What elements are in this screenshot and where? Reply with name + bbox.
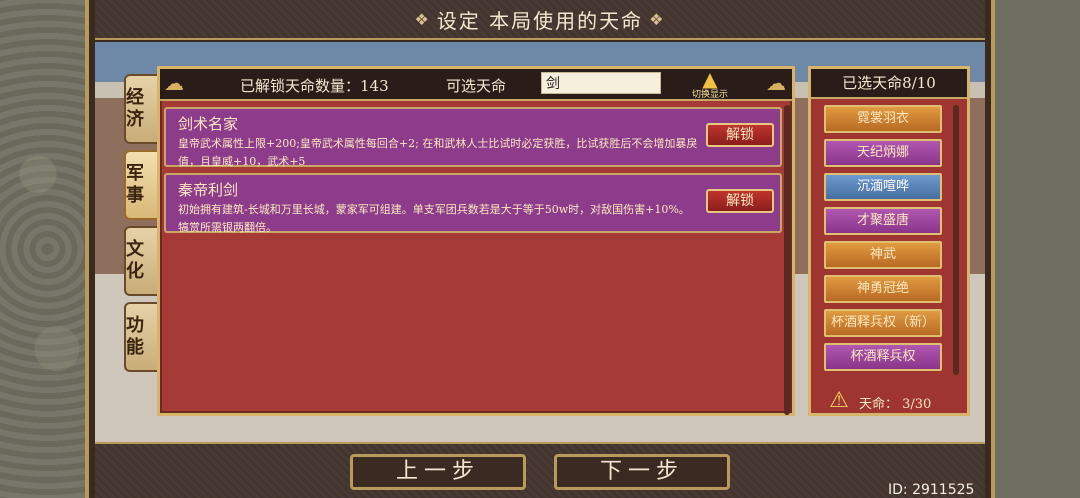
tab-function[interactable]: 功能 bbox=[124, 302, 160, 372]
prev-step-button[interactable]: 上一步 bbox=[350, 454, 526, 490]
mountain-icon: ▲ bbox=[702, 67, 718, 91]
list-item[interactable]: 剑术名家 皇帝武术属性上限+200;皇帝武术属性每回合+2; 在和武林人士比试时… bbox=[164, 107, 782, 168]
available-label: 可选天命 bbox=[446, 77, 507, 95]
tab-culture[interactable]: 文化 bbox=[124, 226, 160, 296]
cloud-ornament-icon: ☁ bbox=[164, 71, 184, 95]
selected-item[interactable]: 神勇冠绝 bbox=[824, 275, 942, 303]
destiny-count: 天命： 3/30 bbox=[859, 397, 932, 412]
left-dragon-panel bbox=[0, 0, 95, 498]
destiny-desc: 初始拥有建筑-长城和万里长城，蒙家军可组建。单支军团兵数若是大于等于50w时，对… bbox=[178, 203, 690, 234]
destiny-desc: 皇帝武术属性上限+200;皇帝武术属性每回合+2; 在和武林人士比试时必定获胜，… bbox=[178, 137, 698, 168]
selected-item[interactable]: 杯酒释兵权（新） bbox=[824, 309, 942, 337]
user-id: ID: 2911525 bbox=[888, 482, 975, 498]
bottom-bar: 上一步 下一步 bbox=[95, 442, 985, 498]
list-scrollbar[interactable] bbox=[784, 105, 790, 415]
cloud-ornament-icon: ☁ bbox=[766, 71, 786, 95]
tab-economy[interactable]: 经济 bbox=[124, 74, 160, 144]
next-step-button[interactable]: 下一步 bbox=[554, 454, 730, 490]
destiny-name: 剑术名家 bbox=[178, 115, 239, 133]
toggle-display-label: 切换显示 bbox=[691, 90, 728, 100]
selected-item[interactable]: 沉湎喧哗 bbox=[824, 173, 942, 201]
selected-item[interactable]: 天纪炳娜 bbox=[824, 139, 942, 167]
tab-label: 功能 bbox=[126, 315, 144, 358]
tab-label: 文化 bbox=[126, 239, 144, 282]
selected-item[interactable]: 神武 bbox=[824, 241, 942, 269]
tab-label: 经济 bbox=[126, 87, 144, 130]
unlock-button[interactable]: 解锁 bbox=[706, 123, 774, 147]
unlocked-count: 已解锁天命数量：143 bbox=[240, 77, 389, 95]
tab-label: 军事 bbox=[126, 163, 144, 206]
selected-header: 已选天命8/10 bbox=[811, 69, 967, 99]
toggle-display-button[interactable]: ▲ 切换显示 bbox=[688, 67, 732, 100]
ornament-icon: ❖ bbox=[649, 9, 666, 29]
search-input[interactable] bbox=[541, 72, 661, 94]
warning-icon: ⚠ bbox=[829, 387, 849, 413]
list-header: ☁ 已解锁天命数量：143 可选天命 ▲ 切换显示 ☁ bbox=[160, 69, 792, 101]
selected-scrollbar[interactable] bbox=[953, 105, 959, 375]
selected-destiny-panel: 已选天命8/10 霓裳羽衣 天纪炳娜 沉湎喧哗 才聚盛唐 神武 神勇冠绝 杯酒释… bbox=[808, 66, 970, 416]
list-item[interactable]: 秦帝利剑 初始拥有建筑-长城和万里长城，蒙家军可组建。单支军团兵数若是大于等于5… bbox=[164, 173, 782, 234]
page-title: 设定 本局使用的天命 bbox=[436, 8, 644, 33]
unlock-button[interactable]: 解锁 bbox=[706, 189, 774, 213]
selected-item[interactable]: 霓裳羽衣 bbox=[824, 105, 942, 133]
destiny-list-panel: ☁ 已解锁天命数量：143 可选天命 ▲ 切换显示 ☁ 剑术名家 皇帝武术属性上… bbox=[157, 66, 795, 416]
title-bar: ❖ 设定 本局使用的天命 ❖ bbox=[95, 0, 985, 40]
selected-item[interactable]: 杯酒释兵权 bbox=[824, 343, 942, 371]
ornament-icon: ❖ bbox=[414, 9, 431, 29]
tab-military[interactable]: 军事 bbox=[124, 150, 160, 220]
destiny-name: 秦帝利剑 bbox=[178, 181, 239, 199]
selected-item[interactable]: 才聚盛唐 bbox=[824, 207, 942, 235]
